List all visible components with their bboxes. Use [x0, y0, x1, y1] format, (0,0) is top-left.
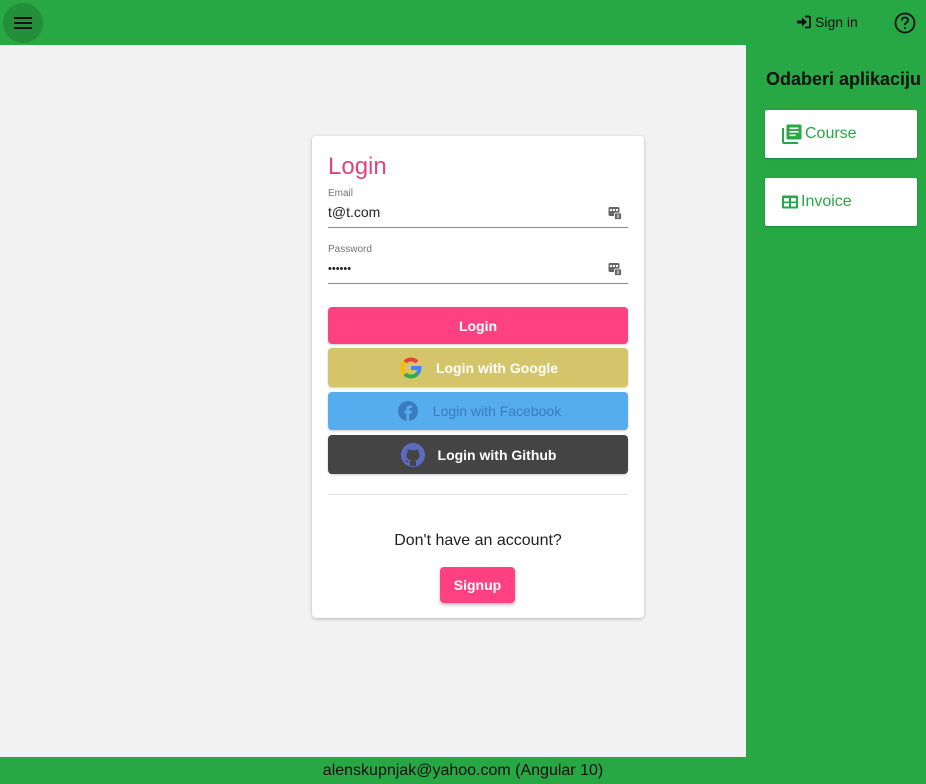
divider: [328, 494, 628, 495]
app-card-invoice[interactable]: Invoice: [765, 178, 917, 226]
email-value: t@t.com: [328, 204, 381, 220]
password-value: ••••••: [328, 263, 352, 275]
login-google-button[interactable]: Login with Google: [328, 348, 628, 387]
login-button-label: Login: [458, 317, 498, 334]
login-facebook-button[interactable]: Login with Facebook: [328, 392, 628, 430]
password-label: Password: [328, 244, 372, 255]
sign-in-icon: [797, 15, 811, 29]
facebook-icon: [395, 398, 421, 424]
password-field[interactable]: Password ••••••: [328, 244, 628, 284]
help-icon: [894, 12, 916, 34]
top-toolbar: Sign in: [0, 0, 926, 45]
no-account-text: Don't have an account?: [394, 532, 562, 549]
app-card-course[interactable]: Course: [765, 110, 917, 158]
login-google-label: Login with Google: [435, 359, 559, 376]
menu-icon: [14, 17, 32, 29]
login-facebook-label: Login with Facebook: [432, 403, 562, 419]
login-button[interactable]: Login: [328, 307, 628, 344]
main-content: Login Email t@t.com Password •••••• Logi…: [0, 45, 746, 757]
login-github-button[interactable]: Login with Github: [328, 435, 628, 474]
library-books-icon: [782, 124, 802, 144]
password-manager-icon[interactable]: [608, 206, 622, 220]
login-card: Login Email t@t.com Password •••••• Logi…: [312, 136, 644, 618]
email-field[interactable]: Email t@t.com: [328, 188, 628, 228]
help-button[interactable]: [894, 12, 916, 34]
sign-in-label: Sign in: [815, 14, 858, 30]
github-icon: [400, 442, 426, 468]
menu-button[interactable]: [3, 3, 43, 43]
sign-in-link[interactable]: Sign in: [796, 13, 858, 31]
login-title: Login: [328, 153, 387, 180]
table-icon: [782, 195, 798, 209]
email-label: Email: [328, 188, 354, 199]
sidebar-title: Odaberi aplikaciju: [766, 69, 922, 89]
footer: alenskupnjak@yahoo.com (Angular 10): [0, 757, 926, 784]
app-sidebar: Odaberi aplikaciju Course Invoice: [746, 45, 926, 757]
app-invoice-label: Invoice: [801, 193, 852, 210]
google-icon: [398, 355, 424, 381]
footer-text: alenskupnjak@yahoo.com (Angular 10): [322, 762, 604, 779]
password-manager-icon[interactable]: [608, 262, 622, 276]
signup-button[interactable]: Signup: [440, 567, 515, 603]
login-github-label: Login with Github: [437, 446, 557, 463]
app-course-label: Course: [805, 125, 857, 142]
